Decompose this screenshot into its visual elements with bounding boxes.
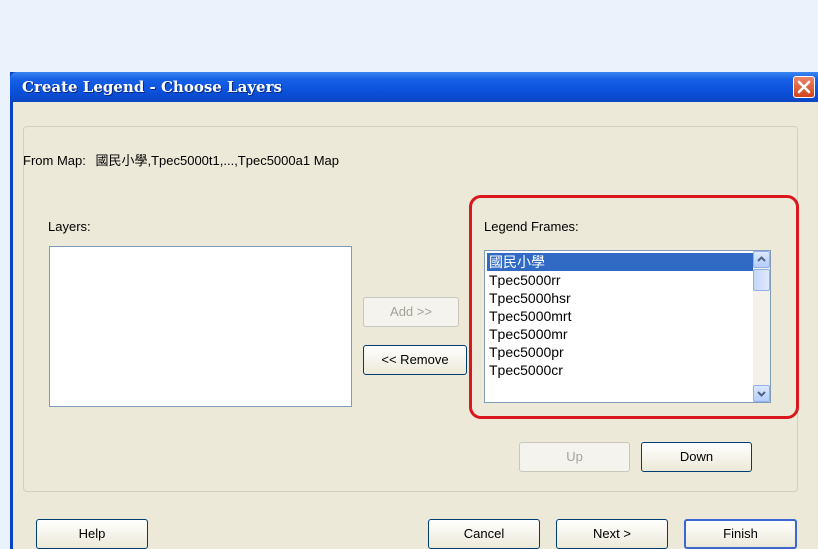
- layers-listbox[interactable]: [49, 246, 352, 407]
- help-button-label: Help: [78, 526, 106, 541]
- close-icon: [797, 80, 811, 94]
- legend-frames-highlight: [469, 195, 799, 419]
- remove-button[interactable]: << Remove: [363, 345, 467, 375]
- finish-button-label: Finish: [723, 526, 758, 541]
- title-bar[interactable]: Create Legend - Choose Layers: [10, 72, 818, 102]
- down-button-label: Down: [679, 449, 714, 464]
- finish-button[interactable]: Finish: [684, 519, 797, 549]
- add-button-label: Add >>: [390, 304, 432, 319]
- layers-label: Layers:: [48, 219, 91, 234]
- up-button-label: Up: [566, 449, 583, 464]
- close-button[interactable]: [793, 76, 815, 98]
- dialog-title: Create Legend - Choose Layers: [22, 78, 282, 96]
- next-button[interactable]: Next >: [556, 519, 668, 549]
- cancel-button[interactable]: Cancel: [428, 519, 540, 549]
- add-button[interactable]: Add >>: [363, 297, 459, 327]
- help-button[interactable]: Help: [36, 519, 148, 549]
- next-button-label: Next >: [593, 526, 631, 541]
- up-button[interactable]: Up: [519, 442, 630, 472]
- remove-button-label: << Remove: [381, 352, 449, 367]
- down-button[interactable]: Down: [641, 442, 752, 472]
- cancel-button-label: Cancel: [463, 526, 505, 541]
